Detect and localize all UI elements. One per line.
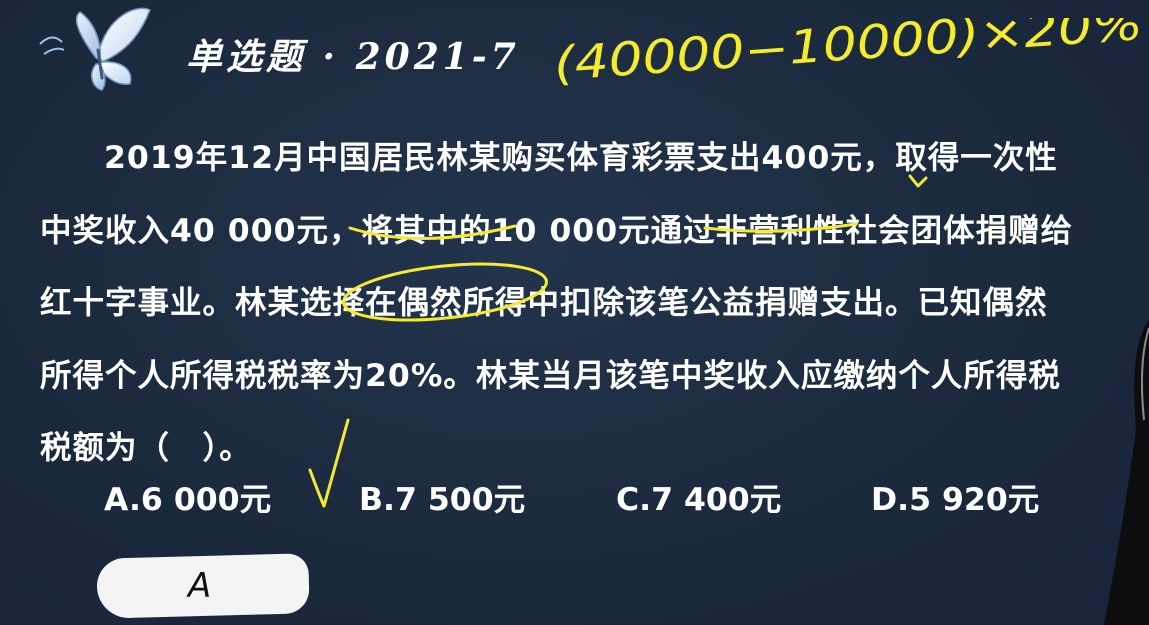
answer-options: A.6 000元 B.7 500元 C.7 400元 D.5 920元 [104, 474, 1104, 524]
slide: 单选题 · 2021-7 (40000−10000)×20% 2019年12月中… [0, 0, 1149, 625]
slide-title: 单选题 · 2021-7 [186, 36, 520, 78]
option-d[interactable]: D.5 920元 [871, 474, 1039, 520]
butterfly-icon [39, 7, 151, 91]
option-b[interactable]: B.7 500元 [359, 474, 525, 520]
option-c[interactable]: C.7 400元 [616, 474, 781, 520]
presenter-silhouette [1104, 320, 1149, 625]
handwritten-formula: (40000−10000)×20% [555, 18, 1144, 91]
answer-text: A [188, 566, 212, 606]
formula-text: (40000−10000)×20% [555, 18, 1144, 91]
question-text: 2019年12月中国居民林某购买体育彩票支出400元，取得一次性中奖收入40 0… [40, 140, 1074, 466]
option-a[interactable]: A.6 000元 [104, 474, 271, 520]
